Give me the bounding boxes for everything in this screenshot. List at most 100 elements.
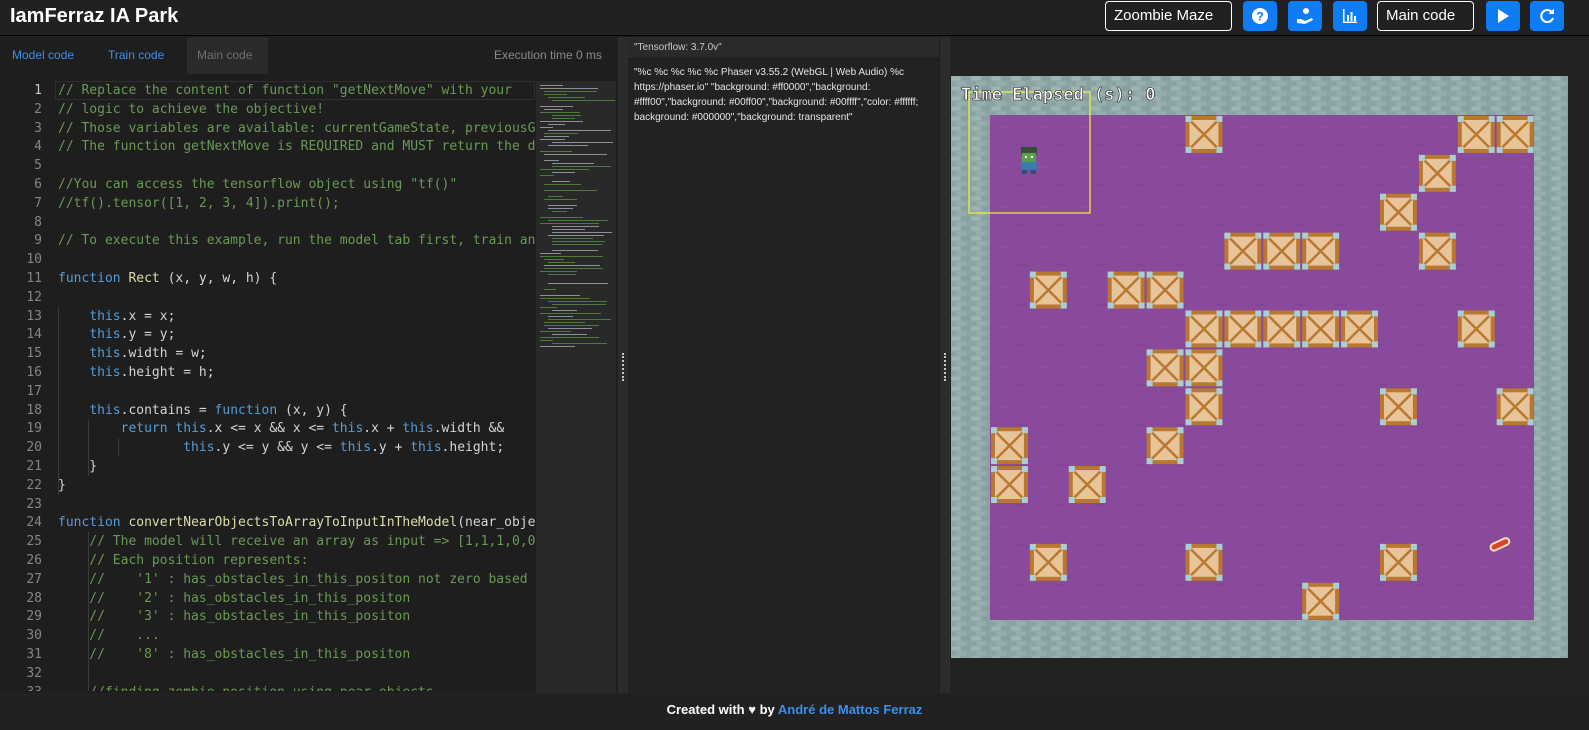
pane-splitter-right[interactable] <box>940 37 950 693</box>
code-line: //tf().tensor([1, 2, 3, 4]).print(); <box>58 195 340 211</box>
minimap-slider[interactable] <box>536 81 616 693</box>
minimap-line <box>544 199 577 200</box>
line-number: 31 <box>26 647 42 662</box>
minimap-line <box>552 211 567 212</box>
code-editor[interactable]: 1 // Replace the content of function "get… <box>0 81 535 691</box>
line-number: 8 <box>34 214 42 230</box>
code-line: this.y = y; <box>89 327 176 343</box>
minimap-line <box>548 196 563 197</box>
minimap-line <box>548 328 592 329</box>
minimap-line <box>544 136 569 137</box>
code-line: // '2' : has_obstacles_in_this_positon <box>58 590 411 606</box>
line-number: 29 <box>26 609 42 625</box>
minimap-line <box>552 172 575 173</box>
code-panel: Model code Train code Main code Executio… <box>0 37 618 693</box>
line-number: 17 <box>26 383 42 399</box>
minimap-line <box>540 331 571 332</box>
minimap-line <box>540 313 601 314</box>
line-number: 13 <box>26 308 42 324</box>
line-number: 4 <box>34 139 42 155</box>
crate <box>1263 310 1301 348</box>
minimap-line <box>544 268 604 269</box>
minimap-line <box>544 322 585 323</box>
tab-model-code[interactable]: Model code <box>2 37 84 74</box>
line-number: 5 <box>34 158 42 174</box>
code-line: // '3' : has_obstacles_in_this_positon <box>58 609 411 625</box>
code-minimap[interactable] <box>536 81 616 693</box>
minimap-line <box>552 118 576 119</box>
indent-guide <box>118 438 119 457</box>
indent-guide <box>88 532 89 691</box>
reload-button[interactable] <box>1530 1 1564 31</box>
minimap-line <box>544 94 567 95</box>
minimap-line <box>540 139 565 140</box>
run-button[interactable] <box>1486 1 1520 31</box>
line-number: 12 <box>26 289 42 305</box>
console-header: "Tensorflow: 3.7.0v" <box>628 37 939 59</box>
code-line: // The function getNextMove is REQUIRED … <box>58 139 535 155</box>
code-line: //finding zombie position using near obj… <box>58 683 433 691</box>
crate <box>1146 349 1184 387</box>
minimap-line <box>540 85 564 86</box>
crate <box>1185 388 1223 426</box>
minimap-line <box>552 238 593 239</box>
crate <box>1302 582 1340 620</box>
pane-splitter-left[interactable] <box>618 37 628 693</box>
chart-button[interactable] <box>1333 1 1367 31</box>
minimap-line <box>544 91 597 92</box>
line-number: 21 <box>26 459 42 474</box>
line-number: 25 <box>26 534 42 550</box>
crate <box>1224 232 1262 270</box>
line-number: 7 <box>34 195 42 211</box>
author-link[interactable]: André de Mattos Ferraz <box>778 702 922 717</box>
code-line: this.height = h; <box>89 365 215 380</box>
minimap-line <box>552 100 616 101</box>
minimap-line <box>552 181 570 182</box>
minimap-line <box>548 319 611 320</box>
code-select-dropdown[interactable]: Main code <box>1377 1 1474 45</box>
train-hand-icon <box>1297 8 1313 24</box>
minimap-line <box>540 253 561 254</box>
minimap-line <box>544 325 600 326</box>
drag-handle-icon[interactable] <box>622 353 624 381</box>
crate <box>1029 271 1067 309</box>
crate <box>1302 232 1340 270</box>
minimap-line <box>552 229 585 230</box>
line-number: 32 <box>26 665 42 681</box>
minimap-line <box>540 217 584 218</box>
minimap-line <box>548 283 608 284</box>
minimap-line <box>540 106 574 107</box>
crate <box>1185 116 1223 153</box>
game-select-dropdown[interactable]: Zoombie Maze <box>1105 1 1232 45</box>
code-line: function convertNearObjectsToArrayToInpu… <box>58 515 535 531</box>
minimap-line <box>544 190 598 191</box>
line-number: 2 <box>34 101 42 117</box>
line-number: 28 <box>26 590 42 606</box>
game-canvas[interactable]: Time Elapsed (s): 0 <box>951 76 1568 658</box>
crate <box>1068 466 1106 503</box>
crate <box>991 427 1028 465</box>
minimap-line <box>544 289 556 290</box>
tab-main-code[interactable]: Main code <box>187 37 268 74</box>
crate <box>991 466 1028 503</box>
code-line: // The model will receive an array as in… <box>58 534 535 550</box>
minimap-line <box>544 184 581 185</box>
crate <box>1496 388 1534 426</box>
minimap-line <box>548 262 575 263</box>
minimap-line <box>552 226 600 227</box>
minimap-line <box>548 97 585 98</box>
code-line: return this.x <= x && x <= this.x + this… <box>120 421 505 437</box>
tab-train-code[interactable]: Train code <box>98 37 174 74</box>
minimap-line <box>552 166 612 167</box>
drag-handle-icon[interactable] <box>944 353 946 381</box>
app-title[interactable]: IamFerraz IA Park <box>10 5 178 28</box>
chart-icon <box>1343 9 1357 23</box>
code-line: function Rect (x, y, w, h) { <box>58 271 278 286</box>
code-line: this.x = x; <box>89 308 176 324</box>
minimap-line <box>552 304 607 305</box>
line-number: 22 <box>26 477 42 493</box>
minimap-line <box>540 169 589 170</box>
help-button[interactable]: ? <box>1243 1 1277 31</box>
train-button[interactable] <box>1288 1 1322 31</box>
minimap-line <box>544 160 559 161</box>
